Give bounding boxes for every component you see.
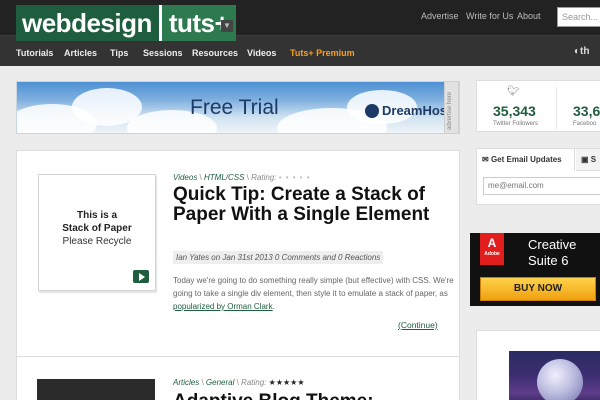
article-title[interactable]: Adaptive Blog Theme: xyxy=(173,391,374,400)
article-divider xyxy=(16,356,460,357)
adobe-ad[interactable]: Adobe Creative Suite 6 BUY NOW xyxy=(470,233,600,306)
facebook-count: 33,6 xyxy=(573,103,600,119)
article-excerpt: Today we're going to do something really… xyxy=(173,274,455,313)
buy-now-button[interactable]: BUY NOW xyxy=(480,277,596,301)
tab-secondary[interactable]: ▣ S xyxy=(576,149,600,171)
logo-webdesign: webdesign xyxy=(16,5,159,41)
adobe-logo-icon: Adobe xyxy=(480,233,504,265)
excerpt-link[interactable]: popularized by Orman Clark xyxy=(173,302,273,311)
nav-item-premium[interactable]: Tuts+ Premium xyxy=(290,48,355,58)
email-field[interactable]: me@email.com xyxy=(483,177,600,195)
rating-dots[interactable]: • • • • • xyxy=(279,173,311,182)
nav-partner-logo[interactable]: ◐th xyxy=(574,46,590,57)
excerpt-text: Today we're going to do something really… xyxy=(173,276,454,298)
excerpt-end: . xyxy=(272,302,275,311)
chevron-down-icon[interactable]: ▼ xyxy=(221,20,233,32)
nav-item-resources[interactable]: Resources xyxy=(192,48,238,58)
article-thumbnail[interactable]: This is a Stack of Paper Please Recycle xyxy=(38,174,156,291)
site-logo[interactable]: webdesign tuts+ xyxy=(16,5,237,41)
banner-title: Free Trial xyxy=(190,96,279,119)
nav-item-tutorials[interactable]: Tutorials xyxy=(16,48,53,58)
rating-stars[interactable]: ★★★★★ xyxy=(269,378,305,387)
dome-shape xyxy=(537,359,583,400)
banner-brand-text: DreamHost xyxy=(382,103,452,118)
twitter-count: 35,343 xyxy=(493,103,536,119)
twitter-label: Twitter Followers xyxy=(493,121,539,127)
category-link-htmlcss[interactable]: HTML/CSS xyxy=(204,173,244,182)
rating-label: Rating: xyxy=(251,173,277,182)
thumb-line: Please Recycle xyxy=(62,236,132,247)
social-divider xyxy=(556,87,557,129)
thumb-line: This is a xyxy=(76,210,117,221)
nav-partner-text: th xyxy=(580,46,590,57)
category-link-articles[interactable]: Articles xyxy=(173,378,199,387)
nav-item-videos[interactable]: Videos xyxy=(247,48,276,58)
article-thumbnail[interactable] xyxy=(37,379,155,400)
banner-ad[interactable]: Free Trial DreamHost xyxy=(16,81,460,134)
thumb-line: Stack of Paper xyxy=(62,223,132,234)
header-link-about[interactable]: About xyxy=(517,11,541,21)
article-title[interactable]: Quick Tip: Create a Stack of Paper With … xyxy=(173,185,453,225)
category-link-videos[interactable]: Videos xyxy=(173,173,197,182)
email-updates-widget: ✉ Get Email Updates ▣ S me@email.com xyxy=(476,148,600,205)
envelope-icon: ✉ xyxy=(482,155,489,164)
advertise-here-tab[interactable]: advertise here xyxy=(444,81,459,134)
banner-brand: DreamHost xyxy=(365,103,451,118)
article-categories: Articles \ General \ Rating: ★★★★★ xyxy=(173,378,305,387)
video-play-icon xyxy=(133,270,149,283)
ad-line-2: Suite 6 xyxy=(528,253,569,268)
facebook-label: Faceboo xyxy=(573,121,597,127)
tab-secondary-icon: ▣ xyxy=(581,155,589,164)
header-link-advertise[interactable]: Advertise xyxy=(421,11,459,21)
nav-item-articles[interactable]: Articles xyxy=(64,48,97,58)
article-meta: Ian Yates on Jan 31st 2013 0 Comments an… xyxy=(173,251,384,264)
sidebar-photo[interactable] xyxy=(509,351,600,400)
tab-secondary-label: S xyxy=(590,155,597,164)
twitter-icon[interactable]: 🐦︎ xyxy=(507,86,520,97)
tab-email-updates[interactable]: ✉ Get Email Updates xyxy=(477,149,575,171)
rating-label: Rating: xyxy=(241,378,267,387)
header-link-write-for-us[interactable]: Write for Us xyxy=(466,11,513,21)
category-link-general[interactable]: General xyxy=(206,378,234,387)
advertise-here-label: advertise here xyxy=(447,91,453,130)
sidebar-photo-widget xyxy=(476,330,600,400)
continue-link[interactable]: (Continue) xyxy=(398,320,438,330)
search-input[interactable]: Search... xyxy=(557,7,600,27)
social-counts: 🐦︎ 35,343 Twitter Followers 33,6 Faceboo xyxy=(476,80,600,132)
nav-item-tips[interactable]: Tips xyxy=(110,48,128,58)
nav-item-sessions[interactable]: Sessions xyxy=(143,48,183,58)
article-categories: Videos \ HTML/CSS \ Rating: • • • • • xyxy=(173,173,311,182)
dreamhost-icon xyxy=(365,103,379,118)
ad-line-1: Creative xyxy=(528,237,577,252)
tab-email-updates-label: Get Email Updates xyxy=(490,155,562,164)
